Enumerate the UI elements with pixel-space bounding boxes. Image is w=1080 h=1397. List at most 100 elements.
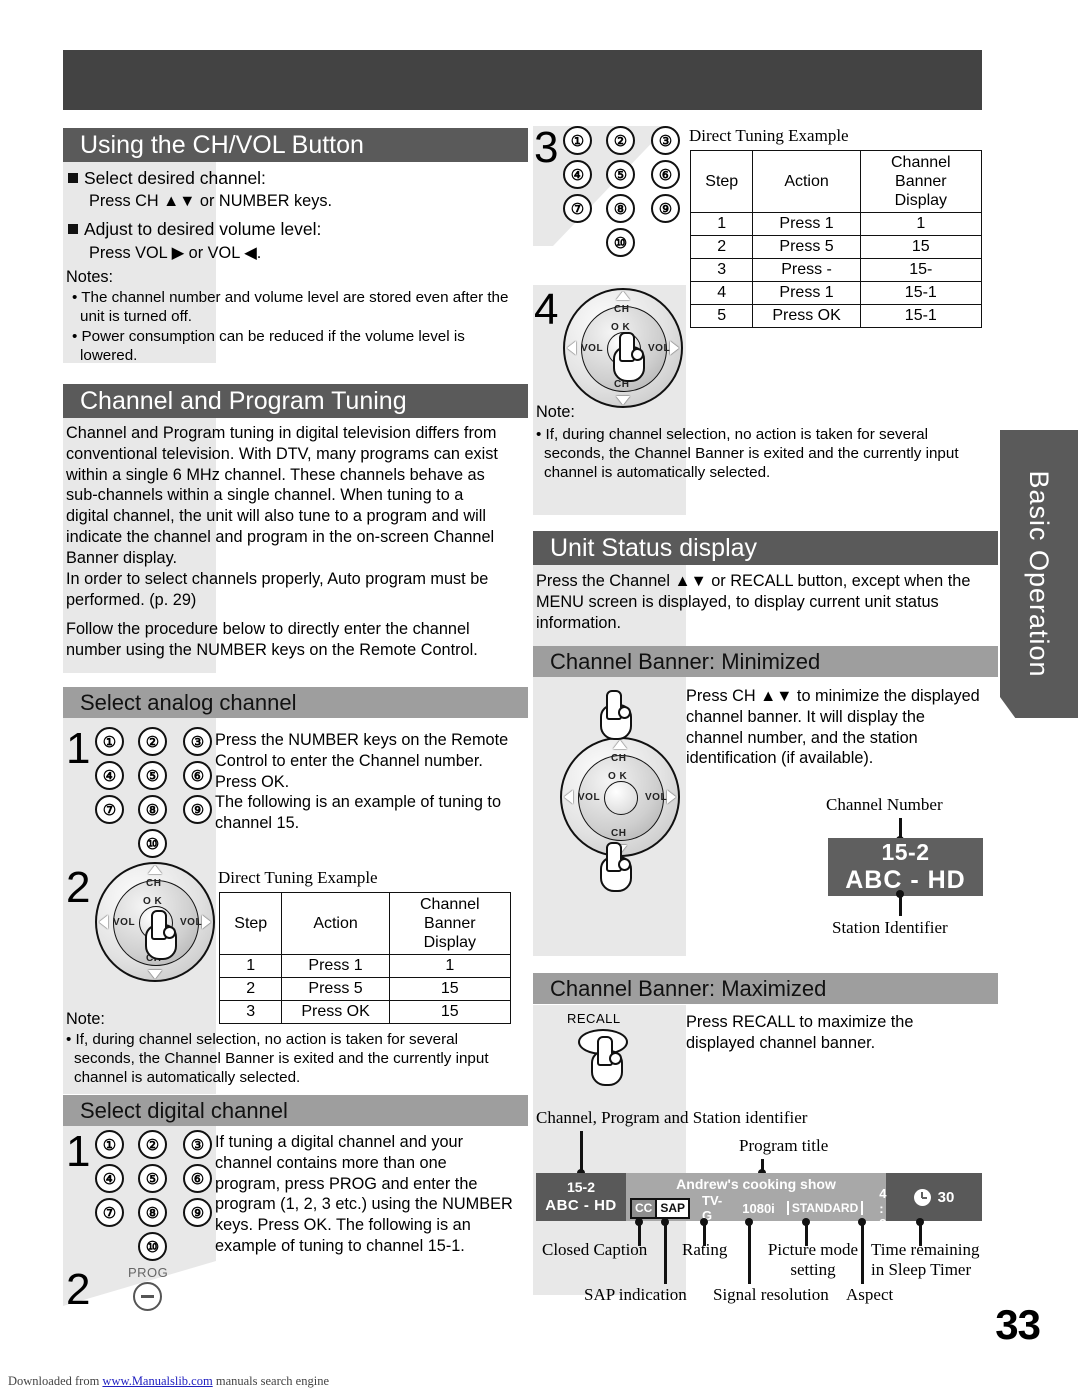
dial-vol-right-label: VOL bbox=[645, 792, 668, 803]
table-header-step: Step bbox=[689, 150, 754, 213]
keypad-key-7[interactable]: ⑦ bbox=[95, 795, 124, 824]
cell-step: 2 bbox=[218, 977, 283, 1001]
cell-action: Press 1 bbox=[752, 212, 861, 236]
cell-action: Press 1 bbox=[752, 281, 861, 305]
dial-ch-top-label: CH bbox=[146, 878, 162, 889]
cell-display: 15-1 bbox=[859, 281, 983, 305]
minimized-banner-channel: 15-2 bbox=[881, 839, 930, 865]
table-header-row: Step Action Channel Banner Display bbox=[689, 150, 983, 213]
dial-left-arrow-icon[interactable] bbox=[99, 915, 108, 929]
keypad-key-0[interactable]: ⑩ bbox=[138, 1232, 167, 1261]
keypad-key-3[interactable]: ③ bbox=[651, 126, 680, 155]
dial-left-arrow-icon[interactable] bbox=[567, 341, 576, 355]
keypad-key-2[interactable]: ② bbox=[138, 727, 167, 756]
digital-table-caption: Direct Tuning Example bbox=[689, 126, 849, 145]
minimized-banner-station: ABC - HD bbox=[845, 866, 966, 894]
dial-left-arrow-icon[interactable] bbox=[564, 790, 573, 804]
label-picture-mode: Picture mode setting bbox=[767, 1240, 859, 1279]
keypad-key-9[interactable]: ⑨ bbox=[651, 194, 680, 223]
digital-step-4-number: 4 bbox=[534, 285, 559, 334]
analog-step-1-number: 1 bbox=[66, 724, 91, 773]
ch-vol-dial-digital[interactable]: CH CH VOL VOL O K bbox=[563, 288, 683, 408]
numeric-keypad-analog[interactable]: ① ② ③ ④ ⑤ ⑥ ⑦ ⑧ ⑨ ⑩ bbox=[95, 727, 225, 858]
keypad-key-2[interactable]: ② bbox=[138, 1130, 167, 1159]
cell-step: 1 bbox=[689, 212, 754, 236]
leader-line-station-identifier bbox=[899, 894, 902, 916]
hand-knuckle bbox=[618, 706, 631, 719]
banner-channel-block: 15-2 ABC - HD bbox=[536, 1173, 626, 1221]
table-row: 3 Press - 15- bbox=[689, 258, 983, 282]
dial-ch-bottom-label: CH bbox=[611, 828, 627, 839]
section-title-digital: Select digital channel bbox=[80, 1097, 288, 1123]
pointing-hand-icon bbox=[611, 332, 645, 382]
keypad-key-5[interactable]: ⑤ bbox=[606, 160, 635, 189]
label-channel-number: Channel Number bbox=[826, 795, 943, 814]
keypad-key-8[interactable]: ⑧ bbox=[138, 1198, 167, 1227]
hand-knuckle bbox=[163, 926, 176, 939]
keypad-key-5[interactable]: ⑤ bbox=[138, 761, 167, 790]
page-number: 33 bbox=[995, 1301, 1041, 1348]
pointing-hand-icon-up bbox=[598, 690, 632, 740]
keypad-key-3[interactable]: ③ bbox=[183, 727, 212, 756]
ch-vol-dial-minimized[interactable]: CH CH VOL VOL O K bbox=[560, 737, 680, 857]
dial-up-arrow-icon[interactable] bbox=[616, 291, 630, 300]
bullet-select-channel-sub-text: Press CH ▲▼ or NUMBER keys. bbox=[89, 192, 333, 210]
cell-display: 1 bbox=[859, 212, 983, 236]
keypad-key-6[interactable]: ⑥ bbox=[183, 761, 212, 790]
cell-step: 3 bbox=[218, 1000, 283, 1024]
dial-up-arrow-icon[interactable] bbox=[613, 740, 627, 749]
dial-up-arrow-icon[interactable] bbox=[148, 865, 162, 874]
bullet-volume-level-sub-text: Press VOL ▶ or VOL ◀. bbox=[89, 244, 262, 262]
section-title-maximized: Channel Banner: Maximized bbox=[550, 975, 827, 1001]
section-header-digital: Select digital channel bbox=[63, 1095, 528, 1126]
tuning-paragraph-2: In order to select channels properly, Au… bbox=[66, 570, 489, 609]
cell-display: 15 bbox=[388, 1000, 512, 1024]
cell-action: Press OK bbox=[752, 304, 861, 328]
keypad-key-4[interactable]: ④ bbox=[563, 160, 592, 189]
dial-right-arrow-icon[interactable] bbox=[667, 790, 676, 804]
pointing-hand-icon-down bbox=[598, 842, 632, 892]
footer-link[interactable]: www.Manualslib.com bbox=[102, 1374, 212, 1388]
label-aspect: Aspect bbox=[846, 1285, 894, 1304]
dial-right-arrow-icon[interactable] bbox=[202, 915, 211, 929]
table-row: 2 Press 5 15 bbox=[689, 235, 983, 259]
footer-pre-text: Downloaded from bbox=[8, 1374, 103, 1388]
table-row: 1 Press 1 1 bbox=[689, 212, 983, 236]
keypad-key-1[interactable]: ① bbox=[95, 727, 124, 756]
cc-sap-indicator: CC SAP bbox=[630, 1197, 691, 1219]
ch-vol-dial-analog[interactable]: CH CH VOL VOL O K bbox=[95, 862, 215, 982]
ch-vol-note-1: • The channel number and volume level ar… bbox=[72, 289, 509, 325]
keypad-key-7[interactable]: ⑦ bbox=[95, 1198, 124, 1227]
keypad-key-9[interactable]: ⑨ bbox=[183, 795, 212, 824]
top-decorative-band bbox=[63, 50, 982, 110]
numeric-keypad-digital-step3[interactable]: ① ② ③ ④ ⑤ ⑥ ⑦ ⑧ ⑨ ⑩ bbox=[563, 126, 693, 257]
keypad-key-5[interactable]: ⑤ bbox=[138, 1164, 167, 1193]
keypad-key-9[interactable]: ⑨ bbox=[183, 1198, 212, 1227]
dial-right-arrow-icon[interactable] bbox=[670, 341, 679, 355]
dial-down-arrow-icon[interactable] bbox=[616, 396, 630, 405]
keypad-key-3[interactable]: ③ bbox=[183, 1130, 212, 1159]
cell-action: Press 1 bbox=[281, 954, 390, 978]
keypad-key-8[interactable]: ⑧ bbox=[138, 795, 167, 824]
keypad-key-6[interactable]: ⑥ bbox=[183, 1164, 212, 1193]
keypad-key-6[interactable]: ⑥ bbox=[651, 160, 680, 189]
keypad-key-0[interactable]: ⑩ bbox=[606, 228, 635, 257]
keypad-key-4[interactable]: ④ bbox=[95, 1164, 124, 1193]
keypad-key-7[interactable]: ⑦ bbox=[563, 194, 592, 223]
dial-ok-button[interactable] bbox=[604, 781, 638, 815]
banner-program-title: Andrew's cooking show bbox=[676, 1176, 836, 1192]
digital-step-2-number: 2 bbox=[66, 1265, 91, 1314]
keypad-key-0[interactable]: ⑩ bbox=[138, 829, 167, 858]
keypad-key-2[interactable]: ② bbox=[606, 126, 635, 155]
keypad-key-1[interactable]: ① bbox=[563, 126, 592, 155]
section-title-ch-vol: Using the CH/VOL Button bbox=[80, 130, 364, 159]
prog-button[interactable] bbox=[133, 1282, 162, 1311]
dial-down-arrow-icon[interactable] bbox=[148, 970, 162, 979]
side-tab-basic-operation: Basic Operation bbox=[1000, 430, 1078, 719]
keypad-key-1[interactable]: ① bbox=[95, 1130, 124, 1159]
section-header-ch-vol: Using the CH/VOL Button bbox=[63, 128, 528, 162]
keypad-key-8[interactable]: ⑧ bbox=[606, 194, 635, 223]
keypad-key-4[interactable]: ④ bbox=[95, 761, 124, 790]
numeric-keypad-digital[interactable]: ① ② ③ ④ ⑤ ⑥ ⑦ ⑧ ⑨ ⑩ bbox=[95, 1130, 225, 1261]
pointing-hand-icon-recall bbox=[589, 1036, 623, 1086]
